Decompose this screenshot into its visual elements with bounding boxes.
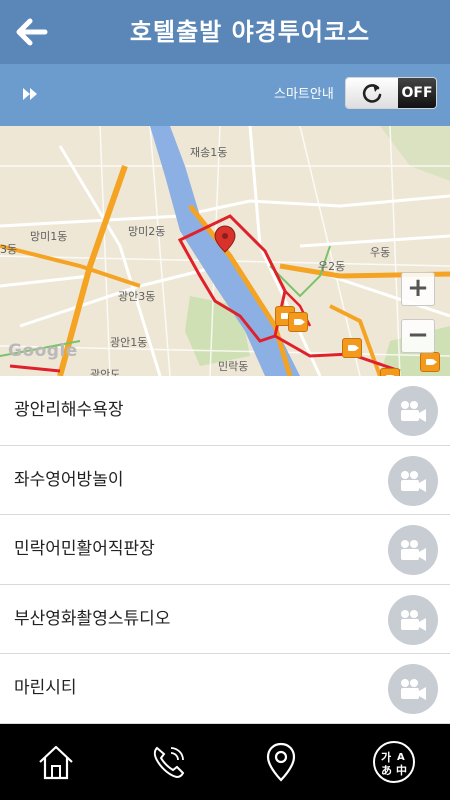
map-label-mangmi1: 망미1동	[30, 230, 68, 243]
video-button[interactable]	[388, 386, 438, 436]
video-camera-icon	[401, 679, 426, 700]
video-camera-icon	[401, 401, 426, 422]
video-button[interactable]	[388, 594, 438, 645]
map-label-mangmi2: 망미2동	[128, 225, 166, 238]
map-label-gwangan1: 광안1동	[110, 336, 148, 349]
list-item-label: 마린시티	[14, 678, 77, 698]
attraction-list: 광안리해수욕장 좌수영어방놀이 민락어민활어직판장 부산영화촬영스튜디오 마린시…	[0, 376, 450, 724]
language-glyph: あ	[381, 764, 392, 777]
map-label-gwangando: 광안도	[90, 368, 121, 376]
app-header: 호텔출발 야경투어코스	[0, 0, 450, 64]
video-button[interactable]	[388, 664, 438, 714]
list-item[interactable]: 마린시티	[0, 654, 450, 724]
list-item-label: 좌수영어방놀이	[14, 469, 124, 490]
zoom-out-button[interactable]: −	[401, 319, 435, 353]
map-label-minrak: 민락동	[218, 360, 249, 373]
video-camera-icon	[401, 540, 426, 561]
poi-marker[interactable]	[420, 352, 440, 372]
location-pin-icon	[267, 742, 296, 782]
list-item[interactable]: 광안리해수욕장	[0, 376, 450, 446]
nav-call-button[interactable]	[113, 724, 226, 800]
nav-home-button[interactable]	[0, 724, 113, 800]
nav-language-button[interactable]: 가 A あ 中	[338, 724, 450, 800]
toggle-state: OFF	[398, 78, 436, 108]
video-button[interactable]	[388, 525, 438, 575]
list-item-label: 부산영화촬영스튜디오	[14, 608, 171, 629]
map-label-jaesong: 재송1동	[190, 146, 228, 159]
language-glyph: 가	[381, 750, 391, 764]
arrow-left-icon	[16, 18, 48, 46]
smart-guide-label: 스마트안내	[274, 87, 334, 102]
page-title: 호텔출발 야경투어코스	[129, 18, 371, 46]
home-icon	[39, 745, 74, 780]
list-item[interactable]: 민락어민활어직판장	[0, 515, 450, 585]
smart-guide-toggle[interactable]: OFF	[345, 77, 437, 109]
google-attribution: Google	[8, 341, 78, 361]
map-view[interactable]: 재송1동 망미1동 망미2동 3동 광안3동 광안1동 광안도 우2동 우동 민…	[0, 126, 450, 376]
list-item[interactable]: 부산영화촬영스튜디오	[0, 584, 450, 654]
video-camera-icon	[401, 470, 426, 492]
poi-marker[interactable]	[342, 338, 362, 358]
video-camera-icon	[401, 609, 426, 631]
list-item-label: 광안리해수욕장	[14, 400, 124, 420]
bottom-nav: 가 A あ 中	[0, 724, 450, 800]
toggle-knob	[346, 78, 398, 108]
zoom-in-button[interactable]: +	[401, 272, 435, 306]
poi-marker[interactable]	[380, 368, 400, 376]
fast-forward-icon	[23, 88, 37, 100]
map-label-gwangan3: 광안3동	[118, 290, 156, 303]
language-icon: 가 A あ 中	[372, 741, 415, 783]
video-button[interactable]	[388, 455, 438, 506]
list-item-label: 민락어민활어직판장	[14, 539, 155, 559]
map-label-u2: 우2동	[318, 260, 346, 273]
map-label-3dong: 3동	[0, 243, 18, 256]
poi-marker[interactable]	[288, 312, 308, 332]
language-glyph: 中	[396, 763, 407, 777]
fast-forward-button[interactable]	[22, 86, 42, 104]
nav-location-button[interactable]	[225, 724, 338, 800]
back-button[interactable]	[12, 12, 52, 52]
map-label-udong: 우동	[370, 246, 391, 259]
phone-icon	[153, 746, 184, 779]
refresh-icon	[362, 84, 382, 103]
language-glyph: A	[397, 752, 405, 763]
list-item[interactable]: 좌수영어방놀이	[0, 445, 450, 515]
